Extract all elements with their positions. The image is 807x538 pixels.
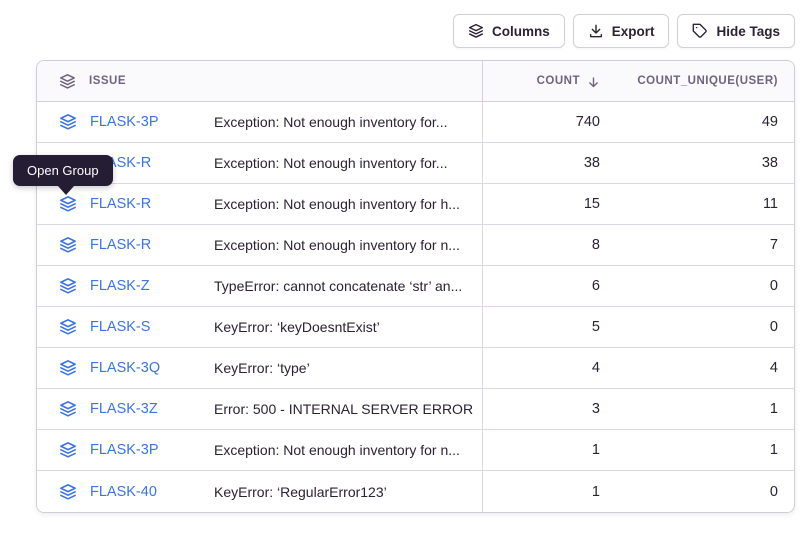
stack-icon bbox=[59, 483, 77, 501]
issue-link[interactable]: FLASK-40 bbox=[90, 484, 157, 500]
columns-button[interactable]: Columns bbox=[453, 14, 565, 48]
sort-descending-icon bbox=[587, 76, 600, 89]
issue-message: Exception: Not enough inventory for... bbox=[214, 102, 482, 142]
issue-link[interactable]: FLASK-S bbox=[90, 319, 150, 335]
issue-link[interactable]: FLASK-3P bbox=[90, 442, 159, 458]
issue-message: Exception: Not enough inventory for... bbox=[214, 143, 482, 183]
count-value: 4 bbox=[482, 348, 614, 388]
count-value: 8 bbox=[482, 225, 614, 265]
issue-link[interactable]: FLASK-R bbox=[90, 237, 151, 253]
count-value: 38 bbox=[482, 143, 614, 183]
open-group-button[interactable] bbox=[59, 400, 77, 418]
count-unique-value: 0 bbox=[614, 266, 794, 306]
issue-link[interactable]: FLASK-R bbox=[90, 196, 151, 212]
count-unique-value: 1 bbox=[614, 430, 794, 470]
export-button[interactable]: Export bbox=[573, 14, 670, 48]
issue-message: Error: 500 - INTERNAL SERVER ERROR bbox=[214, 389, 482, 429]
open-group-tooltip-label: Open Group bbox=[27, 163, 99, 178]
open-group-button[interactable] bbox=[59, 441, 77, 459]
open-group-button[interactable] bbox=[59, 318, 77, 336]
table-header-row: ISSUE COUNT COUNT_UNIQUE(USER) bbox=[37, 61, 794, 102]
open-group-button[interactable] bbox=[59, 277, 77, 295]
count-value: 5 bbox=[482, 307, 614, 347]
stack-icon bbox=[59, 441, 77, 459]
table-row: FLASK-Z TypeError: cannot concatenate ‘s… bbox=[37, 266, 794, 307]
stack-icon bbox=[59, 359, 77, 377]
stack-icon bbox=[59, 73, 76, 90]
count-value: 15 bbox=[482, 184, 614, 224]
count-value: 1 bbox=[482, 471, 614, 512]
export-button-label: Export bbox=[612, 24, 655, 39]
open-group-tooltip: Open Group bbox=[13, 155, 113, 186]
issue-link[interactable]: FLASK-3Z bbox=[90, 401, 158, 417]
table-row: FLASK-R Exception: Not enough inventory … bbox=[37, 143, 794, 184]
issue-message: Exception: Not enough inventory for h... bbox=[214, 184, 482, 224]
count-value: 1 bbox=[482, 430, 614, 470]
column-header-count-unique[interactable]: COUNT_UNIQUE(USER) bbox=[614, 61, 794, 101]
issue-message: KeyError: ‘RegularError123’ bbox=[214, 471, 482, 512]
count-unique-value: 7 bbox=[614, 225, 794, 265]
column-header-issue-label: ISSUE bbox=[89, 75, 126, 87]
download-icon bbox=[588, 23, 604, 39]
count-unique-value: 0 bbox=[614, 307, 794, 347]
issue-link[interactable]: FLASK-Z bbox=[90, 278, 150, 294]
hide-tags-button-label: Hide Tags bbox=[716, 24, 780, 39]
count-unique-value: 1 bbox=[614, 389, 794, 429]
issues-table: ISSUE COUNT COUNT_UNIQUE(USER) FLASK-3P … bbox=[36, 60, 795, 513]
count-value: 6 bbox=[482, 266, 614, 306]
table-row: FLASK-S KeyError: ‘keyDoesntExist’ 5 0 bbox=[37, 307, 794, 348]
count-value: 740 bbox=[482, 102, 614, 142]
issue-message: KeyError: ‘type’ bbox=[214, 348, 482, 388]
open-group-button[interactable] bbox=[59, 359, 77, 377]
issue-link[interactable]: FLASK-3P bbox=[90, 114, 159, 130]
hide-tags-button[interactable]: Hide Tags bbox=[677, 14, 795, 48]
table-row: FLASK-R Exception: Not enough inventory … bbox=[37, 184, 794, 225]
count-unique-value: 38 bbox=[614, 143, 794, 183]
open-group-button[interactable] bbox=[59, 236, 77, 254]
issue-message: Exception: Not enough inventory for n... bbox=[214, 430, 482, 470]
table-row: FLASK-3P Exception: Not enough inventory… bbox=[37, 102, 794, 143]
count-unique-value: 4 bbox=[614, 348, 794, 388]
tag-icon bbox=[692, 23, 708, 39]
issue-link[interactable]: FLASK-3Q bbox=[90, 360, 160, 376]
stack-icon bbox=[59, 318, 77, 336]
columns-button-label: Columns bbox=[492, 24, 550, 39]
issue-message: KeyError: ‘keyDoesntExist’ bbox=[214, 307, 482, 347]
column-header-count[interactable]: COUNT bbox=[482, 61, 614, 101]
open-group-button[interactable] bbox=[59, 483, 77, 501]
table-row: FLASK-40 KeyError: ‘RegularError123’ 1 0 bbox=[37, 471, 794, 512]
table-row: FLASK-3Q KeyError: ‘type’ 4 4 bbox=[37, 348, 794, 389]
issue-message: Exception: Not enough inventory for n... bbox=[214, 225, 482, 265]
stack-icon bbox=[59, 236, 77, 254]
open-group-button[interactable] bbox=[59, 113, 77, 131]
stack-icon bbox=[59, 400, 77, 418]
open-group-button[interactable] bbox=[59, 195, 77, 213]
issue-message: TypeError: cannot concatenate ‘str’ an..… bbox=[214, 266, 482, 306]
table-row: FLASK-R Exception: Not enough inventory … bbox=[37, 225, 794, 266]
stack-icon bbox=[59, 195, 77, 213]
count-unique-value: 49 bbox=[614, 102, 794, 142]
count-unique-value: 0 bbox=[614, 471, 794, 512]
column-header-count-unique-label: COUNT_UNIQUE(USER) bbox=[637, 75, 778, 87]
column-header-spacer bbox=[214, 61, 482, 101]
toolbar: Columns Export Hide Tags bbox=[453, 14, 795, 48]
count-value: 3 bbox=[482, 389, 614, 429]
stack-icon bbox=[59, 113, 77, 131]
stack-icon bbox=[468, 23, 484, 39]
count-unique-value: 11 bbox=[614, 184, 794, 224]
column-header-issue[interactable]: ISSUE bbox=[37, 61, 214, 101]
table-row: FLASK-3P Exception: Not enough inventory… bbox=[37, 430, 794, 471]
column-header-count-label: COUNT bbox=[537, 75, 580, 87]
table-row: FLASK-3Z Error: 500 - INTERNAL SERVER ER… bbox=[37, 389, 794, 430]
stack-icon bbox=[59, 277, 77, 295]
